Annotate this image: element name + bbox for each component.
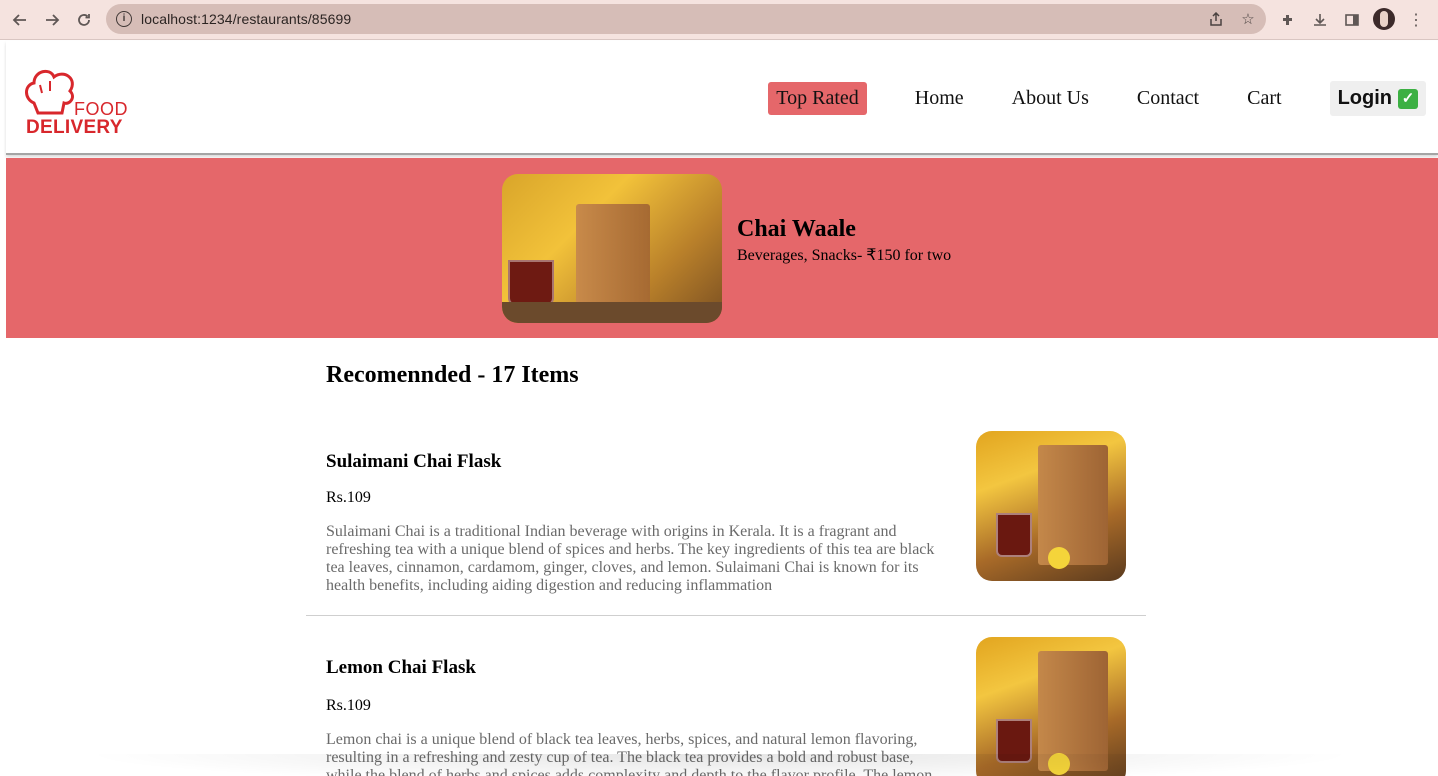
site-header: FOOD DELIVERY Top Rated Home About Us Co… bbox=[6, 41, 1438, 155]
profile-avatar[interactable] bbox=[1373, 8, 1395, 30]
browser-toolbar: i localhost:1234/restaurants/85699 ☆ ⋮ bbox=[0, 0, 1438, 40]
url-text[interactable]: localhost:1234/restaurants/85699 bbox=[141, 11, 351, 27]
item-price: Rs.109 bbox=[326, 697, 371, 714]
lemon-graphic bbox=[1048, 547, 1070, 569]
forward-arrow-icon[interactable] bbox=[40, 8, 64, 32]
tea-cup-graphic bbox=[996, 513, 1032, 557]
reload-icon[interactable] bbox=[72, 8, 96, 32]
main-nav: Top Rated Home About Us Contact Cart Log… bbox=[768, 81, 1426, 116]
restaurant-info: Chai Waale Beverages, Snacks- ₹150 for t… bbox=[737, 216, 951, 265]
login-label: Login bbox=[1337, 87, 1392, 109]
item-name: Sulaimani Chai Flask bbox=[326, 451, 502, 472]
side-panel-icon[interactable] bbox=[1340, 8, 1364, 32]
scroll-shadow bbox=[80, 754, 1360, 776]
restaurant-banner: Chai Waale Beverages, Snacks- ₹150 for t… bbox=[6, 158, 1438, 338]
back-arrow-icon[interactable] bbox=[8, 8, 32, 32]
restaurant-name: Chai Waale bbox=[737, 216, 856, 242]
site-info-icon[interactable]: i bbox=[116, 11, 132, 27]
restaurant-image bbox=[502, 174, 722, 323]
share-icon[interactable] bbox=[1206, 9, 1226, 29]
nav-top-rated-button[interactable]: Top Rated bbox=[768, 82, 867, 115]
item-name: Lemon Chai Flask bbox=[326, 657, 476, 678]
logo-text-delivery: DELIVERY bbox=[26, 117, 123, 138]
address-bar[interactable]: i localhost:1234/restaurants/85699 ☆ bbox=[106, 4, 1266, 34]
chai-flask-graphic bbox=[1038, 651, 1108, 771]
check-mark-icon: ✓ bbox=[1398, 88, 1418, 109]
nav-home-link[interactable]: Home bbox=[915, 87, 964, 110]
more-menu-icon[interactable]: ⋮ bbox=[1404, 8, 1428, 32]
extensions-icon[interactable] bbox=[1276, 8, 1300, 32]
restaurant-meta: Beverages, Snacks- ₹150 for two bbox=[737, 247, 952, 264]
menu-title: Recomennded - 17 Items bbox=[326, 362, 579, 388]
chef-hat-icon bbox=[25, 69, 74, 115]
item-image bbox=[976, 431, 1126, 581]
chai-flask-box-graphic bbox=[576, 204, 650, 304]
login-button[interactable]: Login ✓ bbox=[1329, 81, 1426, 116]
table-graphic bbox=[502, 302, 722, 323]
nav-contact-link[interactable]: Contact bbox=[1137, 87, 1199, 110]
download-icon[interactable] bbox=[1308, 8, 1332, 32]
nav-about-link[interactable]: About Us bbox=[1012, 87, 1089, 110]
item-divider bbox=[306, 615, 1146, 616]
item-description: Sulaimani Chai is a traditional Indian b… bbox=[326, 523, 935, 594]
chai-flask-graphic bbox=[1038, 445, 1108, 565]
bookmark-star-icon[interactable]: ☆ bbox=[1238, 9, 1258, 29]
tea-glass-graphic bbox=[508, 260, 554, 306]
food-delivery-logo[interactable]: FOOD DELIVERY bbox=[20, 63, 130, 139]
nav-cart-link[interactable]: Cart bbox=[1247, 87, 1281, 110]
item-price: Rs.109 bbox=[326, 489, 371, 506]
